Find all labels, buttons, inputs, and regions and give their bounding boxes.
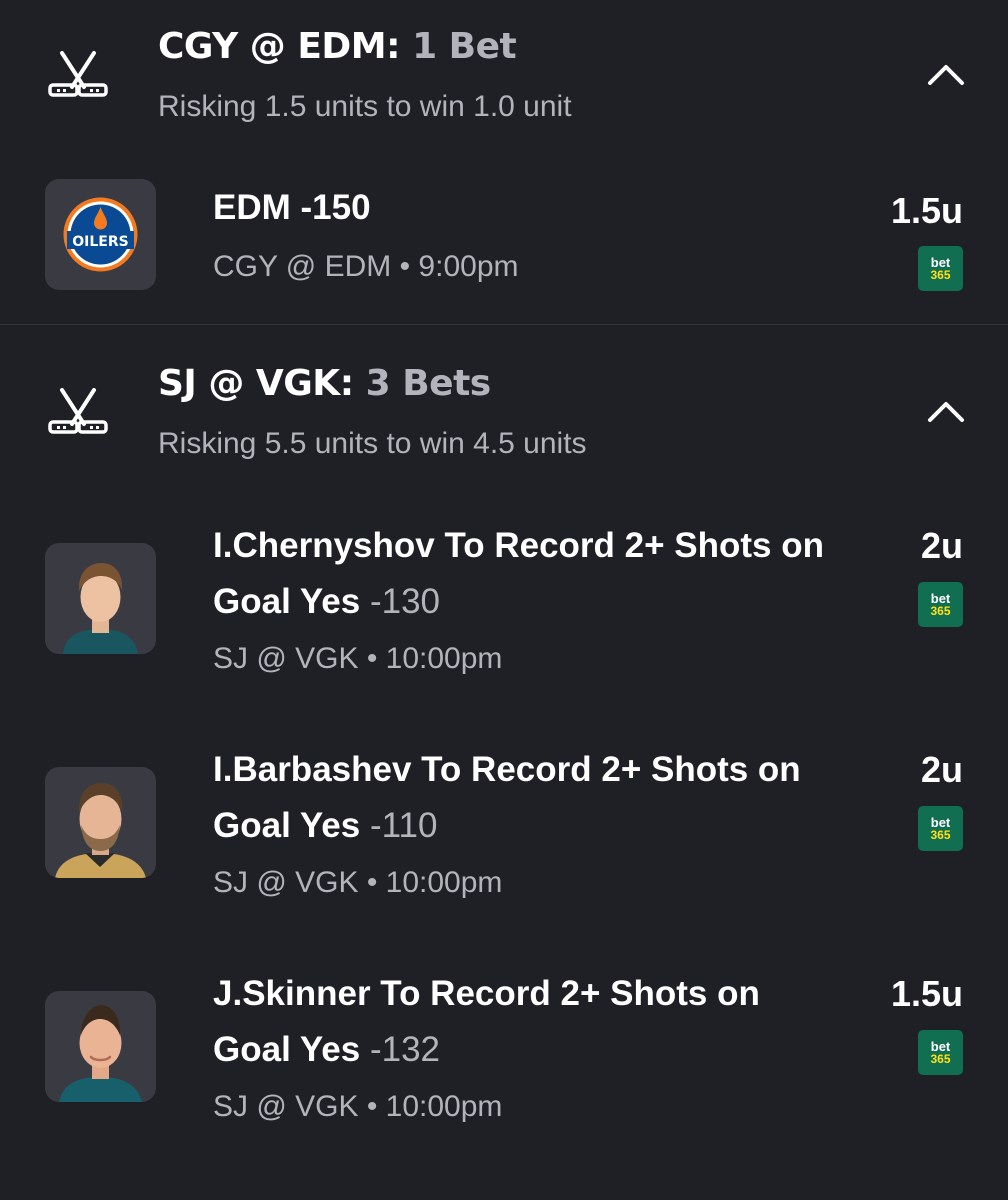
oilers-logo-text: OILERS (72, 234, 128, 250)
bet365-logo-line1: bet (930, 590, 951, 606)
bet-row[interactable]: J.Skinner To Record 2+ Shots on Goal Yes… (0, 963, 1008, 1153)
hockey-sticks-icon (48, 388, 108, 434)
bet-game-time: CGY @ EDM • 9:00pm (213, 250, 519, 283)
matchup-label: CGY @ EDM: (158, 26, 401, 67)
bet-count: 3 Bets (365, 363, 492, 404)
bet-selection: J.Skinner To Record 2+ Shots on Goal Yes (213, 974, 760, 1069)
bet-selection: I.Barbashev To Record 2+ Shots on Goal Y… (213, 750, 801, 845)
bet-units: 2u (920, 749, 963, 790)
bet-title: I.Barbashev To Record 2+ Shots on Goal Y… (213, 742, 833, 854)
bet365-logo: bet 365 (918, 246, 963, 291)
group-divider (0, 324, 1008, 325)
bet365-logo-line2: 365 (930, 1051, 951, 1066)
bet-selection: EDM -150 (213, 188, 371, 227)
game-title: SJ @ VGK: 3 Bets (158, 363, 491, 404)
bet-game-time: SJ @ VGK • 10:00pm (213, 1090, 503, 1123)
risk-summary: Risking 1.5 units to win 1.0 unit (158, 90, 572, 123)
bet-selection: I.Chernyshov To Record 2+ Shots on Goal … (213, 526, 824, 621)
risk-summary: Risking 5.5 units to win 4.5 units (158, 427, 587, 460)
bet365-logo: bet 365 (918, 582, 963, 627)
bet-game-time: SJ @ VGK • 10:00pm (213, 642, 503, 675)
bet365-logo: bet 365 (918, 806, 963, 851)
bet-odds: -110 (369, 806, 438, 845)
game-group-header[interactable]: CGY @ EDM: 1 Bet Risking 1.5 units to wi… (0, 0, 1008, 130)
bet-row[interactable]: OILERS EDM -150 CGY @ EDM • 9:00pm 1.5u … (0, 170, 1008, 310)
player-headshot (45, 767, 156, 878)
bet-title: I.Chernyshov To Record 2+ Shots on Goal … (213, 518, 833, 630)
bet-units: 1.5u (890, 190, 963, 231)
bet-odds: -130 (369, 582, 441, 621)
bet365-logo-line1: bet (930, 814, 951, 830)
bet-title: J.Skinner To Record 2+ Shots on Goal Yes… (213, 966, 833, 1078)
player-headshot (45, 543, 156, 654)
bet-title: EDM -150 (213, 180, 833, 236)
bet-units: 2u (920, 525, 963, 566)
bet365-logo-line2: 365 (930, 267, 951, 282)
bet365-logo-line2: 365 (930, 603, 951, 618)
team-logo-tile: OILERS (45, 179, 156, 290)
player-headshot (45, 991, 156, 1102)
bet365-logo-line1: bet (930, 254, 951, 270)
chevron-up-icon[interactable] (922, 388, 970, 436)
bet365-logo-line1: bet (930, 1038, 951, 1054)
bet365-logo: bet 365 (918, 1030, 963, 1075)
bet-row[interactable]: I.Chernyshov To Record 2+ Shots on Goal … (0, 515, 1008, 705)
game-group-header[interactable]: SJ @ VGK: 3 Bets Risking 5.5 units to wi… (0, 337, 1008, 467)
bet-units: 1.5u (890, 973, 963, 1014)
bet365-logo-line2: 365 (930, 827, 951, 842)
bet-count: 1 Bet (412, 26, 517, 67)
oilers-logo: OILERS (63, 197, 138, 272)
bet-game-time: SJ @ VGK • 10:00pm (213, 866, 503, 899)
chevron-up-icon[interactable] (922, 51, 970, 99)
matchup-label: SJ @ VGK: (158, 363, 354, 404)
hockey-sticks-icon (48, 51, 108, 97)
game-title: CGY @ EDM: 1 Bet (158, 26, 517, 67)
bet-row[interactable]: I.Barbashev To Record 2+ Shots on Goal Y… (0, 739, 1008, 929)
bet-odds: -132 (369, 1030, 441, 1069)
